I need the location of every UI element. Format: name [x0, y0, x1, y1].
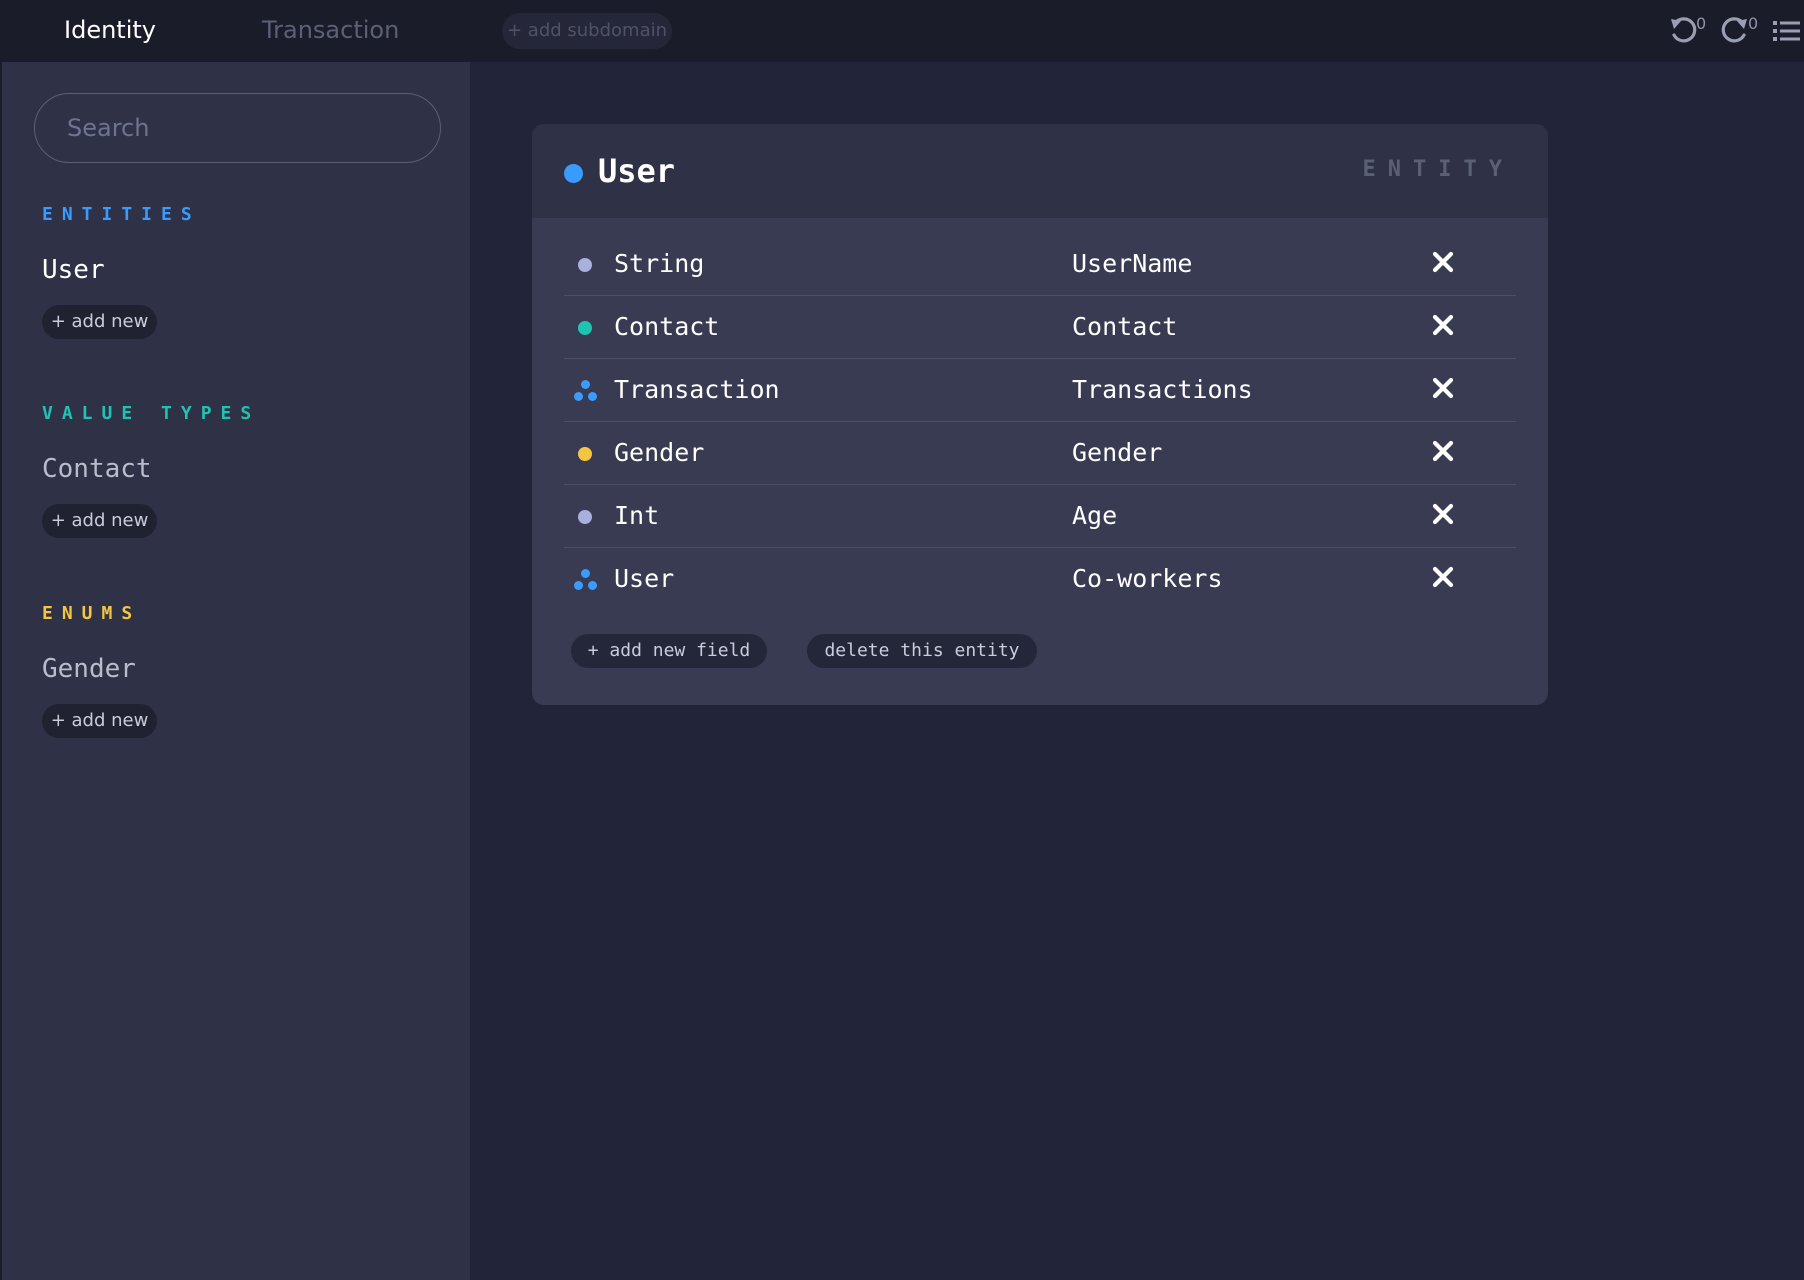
type-dot-icon: [578, 510, 592, 524]
sidebar: ENTITIES User + add new VALUE TYPES Cont…: [0, 62, 470, 1280]
field-type[interactable]: Transaction: [614, 375, 780, 404]
search-input[interactable]: [34, 93, 441, 163]
add-value-type-button[interactable]: + add new: [42, 504, 157, 538]
field-type[interactable]: Gender: [614, 438, 704, 467]
add-entity-button[interactable]: + add new: [42, 305, 157, 339]
field-name[interactable]: Gender: [1072, 438, 1162, 467]
remove-field-icon[interactable]: [1430, 501, 1456, 527]
field-row: Contact Contact: [564, 296, 1516, 359]
entity-card: User ENTITY String UserName Contact Cont…: [532, 124, 1548, 705]
type-dot-icon: [578, 321, 592, 335]
field-type[interactable]: String: [614, 249, 704, 278]
field-row: Gender Gender: [564, 422, 1516, 485]
entity-title[interactable]: User: [598, 152, 675, 190]
sidebar-item-gender[interactable]: Gender: [42, 654, 136, 684]
redo-icon: [1721, 17, 1747, 43]
collection-cluster-icon: [574, 569, 598, 591]
redo-count: 0: [1748, 14, 1759, 33]
redo-button[interactable]: 0: [1720, 12, 1760, 48]
remove-field-icon[interactable]: [1430, 312, 1456, 338]
type-dot-icon: [578, 258, 592, 272]
remove-field-icon[interactable]: [1430, 564, 1456, 590]
tab-identity[interactable]: Identity: [64, 0, 156, 62]
field-row: Transaction Transactions: [564, 359, 1516, 422]
add-subdomain-button[interactable]: + add subdomain: [502, 13, 672, 49]
add-enum-button[interactable]: + add new: [42, 704, 157, 738]
list-icon: [1773, 21, 1800, 41]
entity-kind-label: ENTITY: [1362, 157, 1514, 182]
field-name[interactable]: UserName: [1072, 249, 1192, 278]
field-row: Int Age: [564, 485, 1516, 548]
field-type[interactable]: User: [614, 564, 674, 593]
field-name[interactable]: Contact: [1072, 312, 1177, 341]
section-heading-entities: ENTITIES: [42, 204, 201, 225]
collection-cluster-icon: [574, 380, 598, 402]
field-name[interactable]: Co-workers: [1072, 564, 1223, 593]
field-row: User Co-workers: [564, 548, 1516, 611]
field-type[interactable]: Contact: [614, 312, 719, 341]
undo-count: 0: [1696, 14, 1707, 33]
sidebar-item-contact[interactable]: Contact: [42, 454, 152, 484]
remove-field-icon[interactable]: [1430, 375, 1456, 401]
entity-color-dot: [564, 164, 583, 183]
field-type[interactable]: Int: [614, 501, 659, 530]
field-row: String UserName: [564, 233, 1516, 296]
undo-button[interactable]: 0: [1668, 12, 1708, 48]
section-heading-enums: ENUMS: [42, 603, 142, 624]
sidebar-item-user[interactable]: User: [42, 255, 105, 285]
remove-field-icon[interactable]: [1430, 249, 1456, 275]
add-field-button[interactable]: + add new field: [571, 634, 767, 668]
entity-card-header: User ENTITY: [532, 124, 1548, 218]
section-heading-value-types: VALUE TYPES: [42, 403, 261, 424]
field-name[interactable]: Age: [1072, 501, 1117, 530]
top-bar: Identity Transaction + add subdomain 0 0: [0, 0, 1804, 62]
delete-entity-button[interactable]: delete this entity: [807, 634, 1037, 668]
undo-icon: [1671, 17, 1697, 43]
remove-field-icon[interactable]: [1430, 438, 1456, 464]
type-dot-icon: [578, 447, 592, 461]
field-name[interactable]: Transactions: [1072, 375, 1253, 404]
tab-transaction[interactable]: Transaction: [262, 0, 399, 62]
menu-button[interactable]: [1772, 12, 1802, 48]
